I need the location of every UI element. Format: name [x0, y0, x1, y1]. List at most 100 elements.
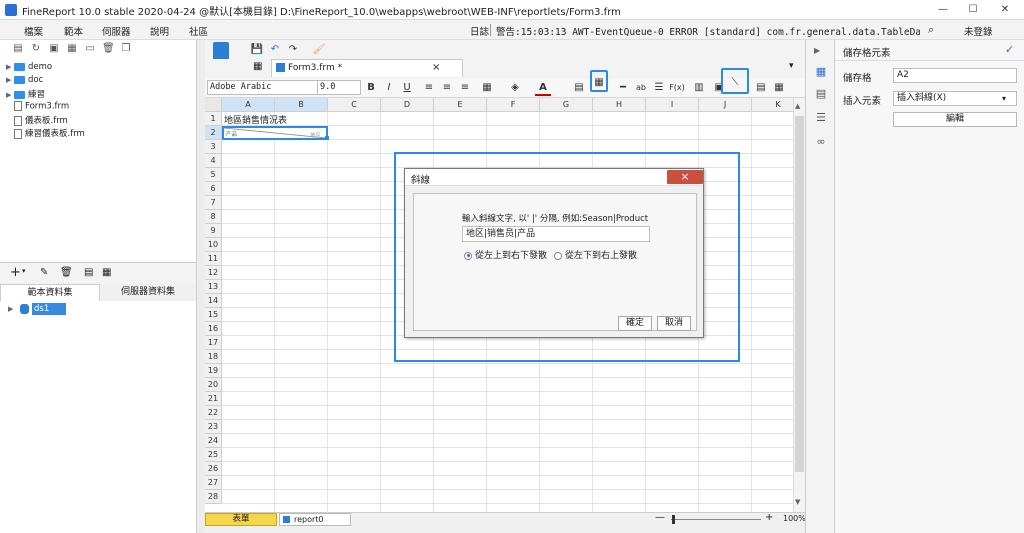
column-header[interactable]: H: [593, 98, 646, 112]
row-header[interactable]: 10: [205, 238, 222, 252]
cancel-button[interactable]: 取消: [657, 316, 691, 331]
radio-topleft-option[interactable]: 從左上到右下發散: [464, 248, 547, 261]
font-color-icon[interactable]: A: [535, 80, 551, 96]
column-header[interactable]: A: [222, 98, 275, 112]
redo-icon[interactable]: ↷: [285, 42, 301, 58]
formula-icon[interactable]: F(x): [669, 80, 685, 96]
italic-button[interactable]: I: [381, 80, 397, 96]
edit-pen-icon[interactable]: ✓: [1005, 43, 1014, 56]
chart-icon[interactable]: ▥: [691, 80, 707, 96]
column-header[interactable]: C: [328, 98, 381, 112]
menu-community[interactable]: 社區: [189, 24, 208, 38]
locate-icon[interactable]: ▦: [66, 43, 78, 55]
row-header[interactable]: 19: [205, 364, 222, 378]
column-header[interactable]: D: [381, 98, 434, 112]
column-header[interactable]: K: [752, 98, 793, 112]
save-icon[interactable]: 💾: [249, 42, 265, 58]
row-header[interactable]: 24: [205, 434, 222, 448]
splitter[interactable]: [197, 40, 205, 533]
row-header[interactable]: 27: [205, 476, 222, 490]
grid-view-icon[interactable]: ▦: [253, 61, 262, 72]
align-left-icon[interactable]: ≡: [421, 80, 437, 96]
refresh-icon[interactable]: ↻: [30, 43, 42, 55]
rename-icon[interactable]: ▭: [84, 43, 96, 55]
insert-element-select[interactable]: 插入斜線(X) ▾: [893, 91, 1017, 106]
diagonal-line-icon[interactable]: ⟍: [721, 68, 749, 94]
menu-server[interactable]: 伺服器: [102, 24, 131, 38]
row-header[interactable]: 28: [205, 490, 222, 504]
row-header[interactable]: 14: [205, 294, 222, 308]
column-header[interactable]: I: [646, 98, 699, 112]
edit-button[interactable]: 編輯: [893, 112, 1017, 127]
widget-icon[interactable]: ☰: [815, 112, 827, 124]
close-tab-icon[interactable]: ×: [432, 62, 440, 73]
text-icon[interactable]: ━: [615, 80, 631, 96]
row-header[interactable]: 25: [205, 448, 222, 462]
tree-item-doc[interactable]: ▶ doc: [6, 75, 43, 88]
menu-file[interactable]: 檔案: [24, 24, 43, 38]
zoom-slider-thumb[interactable]: [672, 515, 675, 524]
column-header[interactable]: J: [699, 98, 752, 112]
row-header[interactable]: 20: [205, 378, 222, 392]
row-header[interactable]: 13: [205, 280, 222, 294]
cell-attributes-icon[interactable]: ▦: [815, 66, 827, 78]
border-icon[interactable]: ▦: [479, 80, 495, 96]
column-header[interactable]: B: [275, 98, 328, 112]
diagonal-text-input[interactable]: 地区|销售员|产品: [462, 226, 650, 242]
radio-bottomleft-option[interactable]: 從左下到右上發散: [554, 248, 637, 261]
tree-item-demo[interactable]: ▶ demo: [6, 62, 52, 75]
close-window-button[interactable]: ✕: [990, 0, 1020, 20]
row-header[interactable]: 11: [205, 252, 222, 266]
zoom-in-button[interactable]: +: [765, 512, 773, 523]
tree-item-dashboard[interactable]: 儀表板.frm: [14, 114, 68, 127]
row-header[interactable]: 3: [205, 140, 222, 154]
open-icon[interactable]: ▣: [48, 43, 60, 55]
maximize-button[interactable]: ☐: [958, 0, 988, 20]
menu-help[interactable]: 說明: [150, 24, 169, 38]
row-header[interactable]: 2: [205, 126, 222, 140]
search-icon[interactable]: ⌕: [928, 23, 934, 37]
scroll-up-icon[interactable]: ▲: [795, 102, 800, 110]
minimize-button[interactable]: —: [928, 0, 958, 20]
cell-input[interactable]: A2: [893, 68, 1017, 83]
scroll-thumb[interactable]: [795, 116, 804, 472]
bold-button[interactable]: B: [363, 80, 379, 96]
row-header[interactable]: 6: [205, 182, 222, 196]
vertical-scrollbar[interactable]: ▲ ▼: [793, 98, 805, 512]
column-header[interactable]: G: [540, 98, 593, 112]
hyperlink-icon[interactable]: ∞: [815, 136, 827, 148]
font-family-select[interactable]: Adobe Arabic: [207, 80, 319, 95]
tree-item-form3[interactable]: Form3.frm: [14, 101, 69, 114]
merge-cells-icon[interactable]: ▦: [590, 70, 608, 92]
param-icon[interactable]: ☰: [651, 80, 667, 96]
delete-icon[interactable]: 🗑: [60, 267, 73, 278]
tab-menu-icon[interactable]: ▾: [789, 61, 794, 71]
delete-icon[interactable]: 🗑: [102, 43, 115, 55]
tab-form3[interactable]: Form3.frm * ×: [271, 59, 463, 77]
edit-icon[interactable]: ✎: [40, 267, 48, 278]
dataset-item-ds1[interactable]: ds1: [32, 303, 66, 315]
preview-icon[interactable]: ▤: [84, 267, 93, 278]
underline-button[interactable]: U: [399, 80, 415, 96]
chevron-down-icon[interactable]: ▾: [22, 267, 26, 275]
fill-handle[interactable]: [325, 136, 329, 140]
fill-color-icon[interactable]: ◈: [507, 80, 523, 96]
row-header[interactable]: 1: [205, 112, 222, 126]
row-header[interactable]: 8: [205, 210, 222, 224]
row-header[interactable]: 18: [205, 350, 222, 364]
dialog-close-button[interactable]: ×: [667, 170, 703, 184]
sub-report-icon[interactable]: ▤: [753, 80, 769, 96]
row-header[interactable]: 12: [205, 266, 222, 280]
format-painter-icon[interactable]: 🖌: [311, 42, 327, 58]
login-link[interactable]: 未登錄: [964, 24, 993, 38]
parameter-icon[interactable]: ▦: [102, 267, 111, 278]
cell-a1[interactable]: 地區銷售情況表: [224, 113, 287, 126]
row-header[interactable]: 7: [205, 196, 222, 210]
scroll-down-icon[interactable]: ▼: [795, 498, 800, 506]
sheet-tab-form[interactable]: 表單: [205, 513, 277, 526]
zoom-slider-track[interactable]: [671, 519, 761, 520]
cell-a2-selected[interactable]: 产品 地区: [222, 126, 329, 140]
undo-icon[interactable]: ↶: [267, 42, 283, 58]
row-header[interactable]: 22: [205, 406, 222, 420]
new-template-icon[interactable]: [213, 42, 229, 60]
